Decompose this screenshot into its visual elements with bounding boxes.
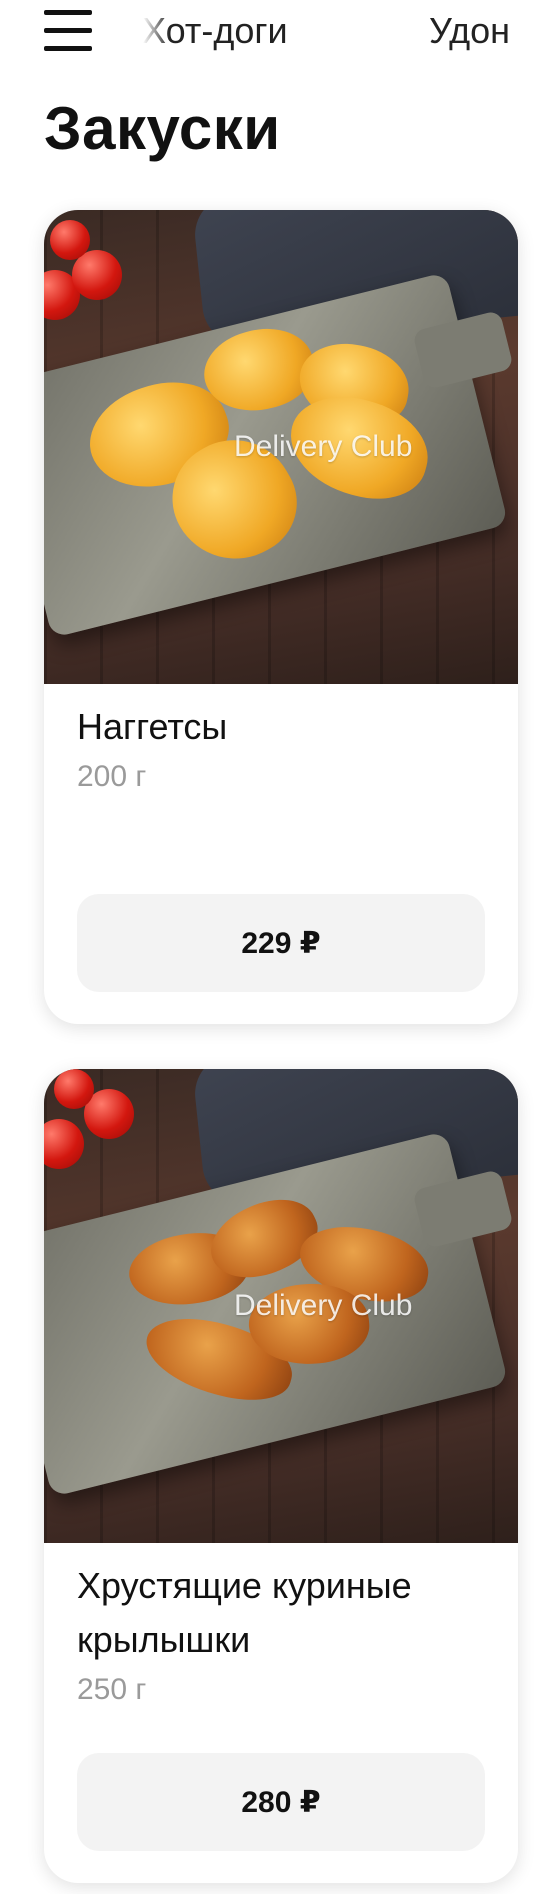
delivery-club-watermark: Delivery Club (234, 1289, 413, 1322)
tomato-decoration (50, 220, 90, 260)
product-info: Наггетсы 200 г (77, 700, 497, 794)
menu-icon[interactable] (44, 8, 94, 54)
add-to-cart-button[interactable]: 229 ₽ (77, 894, 485, 992)
menu-icon-line (44, 10, 92, 15)
product-name: Наггетсы (77, 706, 228, 747)
tomato-decoration (54, 1069, 94, 1109)
add-to-cart-button[interactable]: 280 ₽ (77, 1753, 485, 1851)
product-image: Delivery Club (44, 1069, 518, 1543)
section-title: Закуски (44, 95, 281, 162)
product-weight: 250 г (77, 1673, 147, 1706)
tab-udon[interactable]: Удон (429, 10, 510, 52)
menu-icon-line (44, 46, 92, 51)
product-image: Delivery Club (44, 210, 518, 684)
product-name: Хрустящие куриные крылышки (77, 1565, 412, 1660)
product-card[interactable]: Delivery Club Наггетсы 200 г 229 ₽ (44, 210, 518, 1024)
menu-icon-line (44, 28, 92, 33)
product-info: Хрустящие куриные крылышки 250 г (77, 1559, 497, 1707)
product-card[interactable]: Delivery Club Хрустящие куриные крылышки… (44, 1069, 518, 1883)
category-tabs: Хот-доги Удон (140, 8, 530, 58)
product-weight: 200 г (77, 760, 147, 793)
top-bar: Хот-доги Удон (0, 0, 546, 66)
tomato-decoration (44, 1119, 84, 1169)
delivery-club-watermark: Delivery Club (234, 430, 413, 463)
tabs-fade (140, 8, 170, 58)
